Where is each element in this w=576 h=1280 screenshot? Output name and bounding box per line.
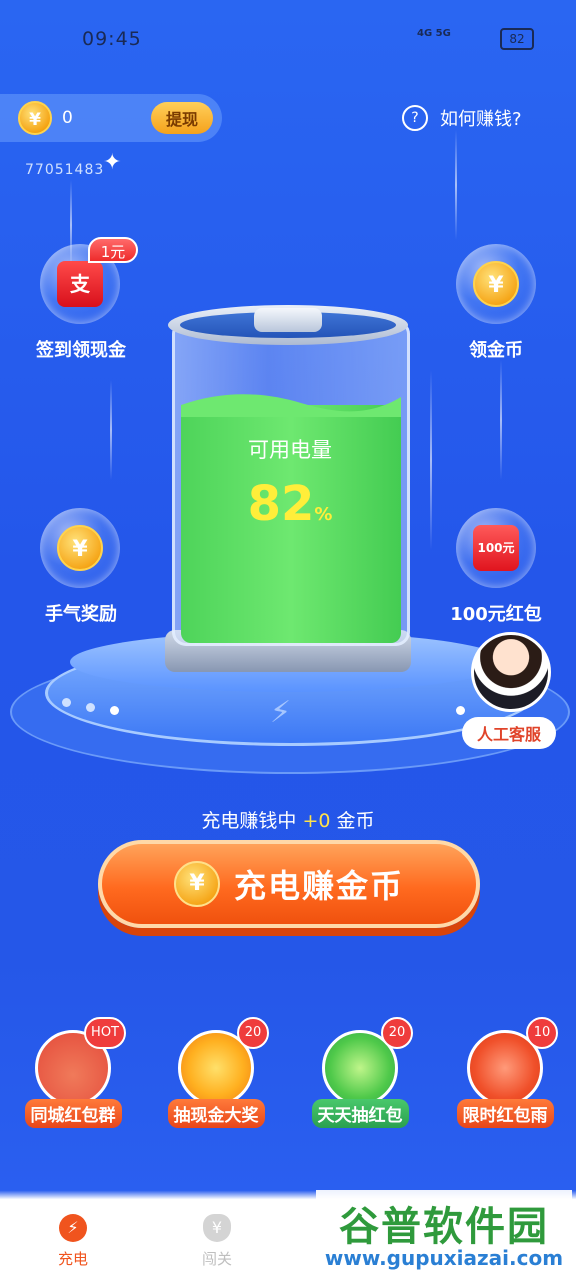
feature-label: 限时红包雨 [456, 1099, 554, 1128]
coin-icon: ¥ [173, 861, 220, 907]
charge-earn-label: 充电赚金币 [233, 867, 404, 905]
platform-light [456, 706, 465, 715]
feature-city-redpack-group[interactable]: HOT 同城红包群 [18, 1017, 128, 1128]
platform-light [110, 706, 119, 715]
battery-wave [181, 394, 401, 417]
platform-light [86, 703, 95, 712]
count-badge: 20 [237, 1017, 269, 1049]
coin-balance: 0 [62, 108, 73, 128]
redpack-100-bubble[interactable]: 100元 [456, 508, 536, 588]
status-time: 09:45 [82, 28, 142, 50]
charge-earn-button[interactable]: ¥ 充电赚金币 [98, 840, 480, 928]
light-streak [110, 380, 112, 480]
money-bag-icon: ¥ [203, 1214, 231, 1242]
how-to-earn-link[interactable]: ? 如何赚钱? [402, 105, 522, 131]
luck-reward-label[interactable]: 手气奖励 [11, 600, 151, 626]
user-id: 77051483 [25, 162, 105, 178]
hot-badge: HOT [84, 1017, 126, 1049]
earning-suffix: 金币 [336, 810, 375, 832]
feature-daily-redpack[interactable]: 20 天天抽红包 [305, 1017, 415, 1128]
tab-label: 充电 [57, 1250, 88, 1268]
feature-label: 抽现金大奖 [167, 1099, 265, 1128]
feature-label: 天天抽红包 [311, 1099, 409, 1128]
collect-coins-bubble[interactable]: ¥ [456, 244, 536, 324]
count-badge: 10 [526, 1017, 558, 1049]
prize-wheel-icon: 20 [178, 1017, 269, 1106]
lightning-icon: ⚡ [59, 1214, 87, 1242]
light-streak [455, 130, 457, 240]
sparkle-icon: ✦ [103, 150, 122, 175]
reward-tag: 1元 [88, 237, 138, 263]
battery-percent: 82% [190, 476, 390, 532]
earning-amount: +0 [302, 810, 331, 832]
coin-icon: ¥ [18, 101, 52, 135]
battery-percent-value: 82 [247, 476, 315, 532]
tab-label: 闯关 [201, 1250, 232, 1268]
red-envelope-icon: 100元 [473, 525, 519, 571]
watermark-url: www.gupuxiazai.com [324, 1246, 564, 1270]
gold-coin-icon: ¥ [473, 261, 519, 307]
how-to-earn-label: 如何赚钱? [440, 109, 522, 130]
tab-charge[interactable]: ⚡ 充电 [28, 1214, 118, 1269]
battery-terminal [254, 308, 322, 332]
watermark-title: 谷普软件园 [339, 1204, 549, 1250]
feature-label: 同城红包群 [24, 1099, 122, 1128]
watermark: 谷普软件园 www.gupuxiazai.com [316, 1190, 572, 1276]
redpack-rain-icon: 10 [467, 1017, 558, 1106]
collect-coins-label[interactable]: 领金币 [426, 336, 566, 362]
percent-unit: % [314, 504, 333, 525]
checkin-label[interactable]: 签到领现金 [11, 336, 151, 362]
gold-coin-icon: ¥ [57, 525, 103, 571]
platform-light [62, 698, 71, 707]
redpack-100-label[interactable]: 100元红包 [426, 600, 566, 626]
light-streak [500, 360, 502, 480]
feature-cash-prize-draw[interactable]: 20 抽现金大奖 [161, 1017, 271, 1128]
count-badge: 20 [381, 1017, 413, 1049]
question-icon: ? [402, 105, 428, 131]
lightning-icon: ⚡ [270, 695, 292, 730]
status-battery: 82 [500, 28, 534, 50]
customer-service-avatar[interactable] [471, 632, 551, 712]
customer-service-button[interactable]: 人工客服 [462, 717, 556, 749]
green-redpack-icon: 20 [322, 1017, 413, 1106]
alipay-redpack-icon: 支 [57, 261, 103, 307]
network-indicator: 4G 5G [417, 28, 451, 39]
earning-prefix: 充电赚钱中 [201, 810, 297, 832]
withdraw-button[interactable]: 提现 [151, 102, 213, 134]
red-building-icon: HOT [35, 1017, 126, 1106]
available-power-label: 可用电量 [248, 438, 332, 462]
earning-status: 充电赚钱中 +0 金币 [0, 806, 576, 833]
tab-levels[interactable]: ¥ 闯关 [172, 1214, 262, 1269]
luck-reward-bubble[interactable]: ¥ [40, 508, 120, 588]
feature-redpack-rain[interactable]: 10 限时红包雨 [450, 1017, 560, 1128]
light-streak [430, 370, 432, 550]
